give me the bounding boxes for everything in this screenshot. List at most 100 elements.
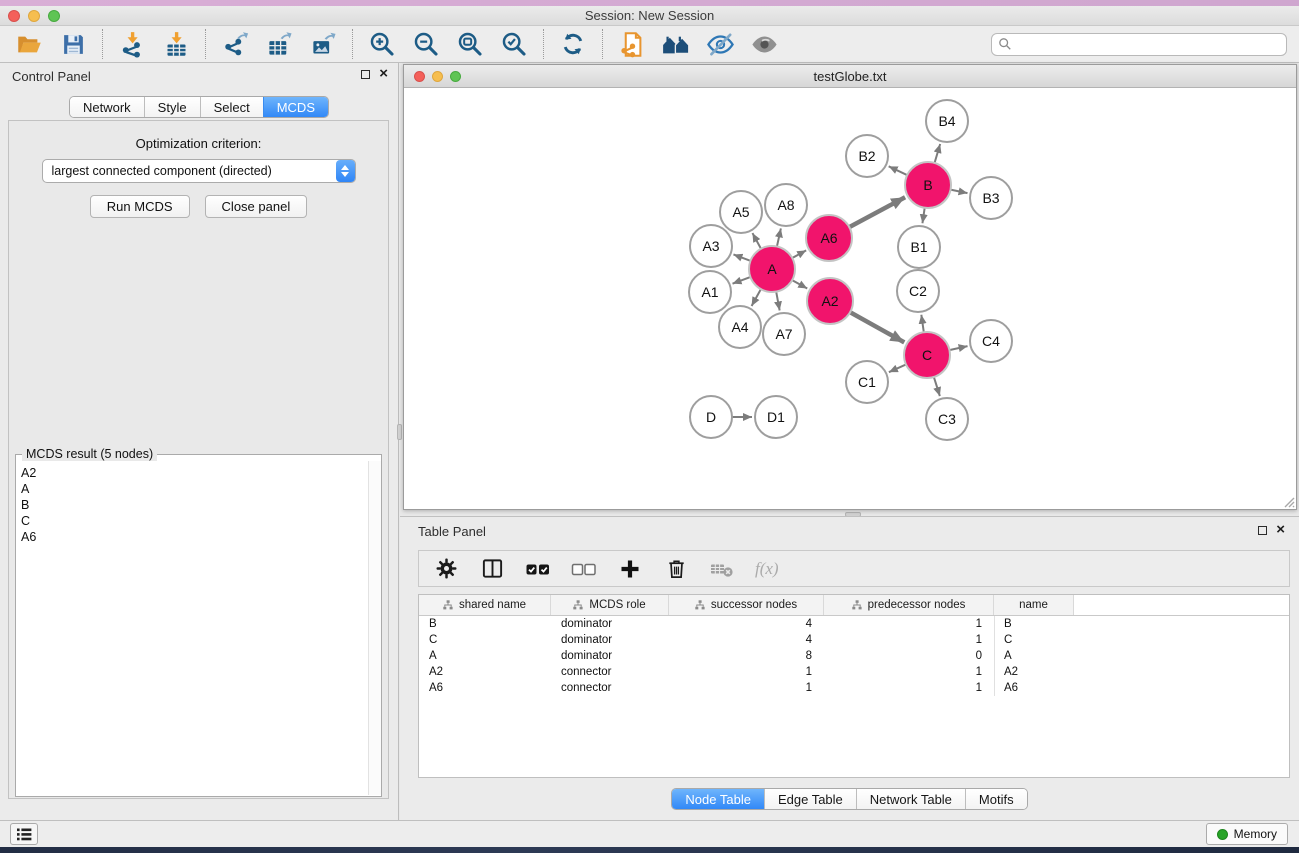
table-cell: 4: [669, 634, 824, 646]
open-session-icon[interactable]: [14, 29, 44, 59]
save-session-icon[interactable]: [58, 29, 88, 59]
export-image-icon[interactable]: [308, 29, 338, 59]
table-cell: A2: [994, 664, 1074, 680]
control-panel-tabs: Network Style Select MCDS: [69, 96, 329, 118]
float-table-panel-icon[interactable]: [1258, 526, 1267, 535]
network-view-window[interactable]: testGlobe.txt B4B2BB3B1A5A8A3A6AA1A2C2A4…: [403, 64, 1297, 510]
column-header-filler: [1074, 595, 1289, 615]
run-mcds-button[interactable]: Run MCDS: [90, 195, 190, 218]
select-all-checkboxes-icon[interactable]: [525, 556, 551, 582]
table-panel-title: Table Panel: [418, 524, 486, 539]
zoom-selected-icon[interactable]: [499, 29, 529, 59]
app-title: Session: New Session: [0, 8, 1299, 23]
show-column-panel-icon[interactable]: [479, 556, 505, 582]
graph-node-label: C2: [909, 283, 927, 299]
search-box[interactable]: [991, 33, 1287, 56]
table-row[interactable]: Adominator80A: [419, 648, 1289, 664]
network-window-title: testGlobe.txt: [404, 69, 1296, 84]
table-row[interactable]: A2connector11A2: [419, 664, 1289, 680]
graph-node-label: B2: [858, 148, 875, 164]
zoom-in-icon[interactable]: [367, 29, 397, 59]
main-toolbar: [0, 26, 1299, 63]
criterion-selected-value: largest connected component (directed): [43, 164, 336, 178]
add-column-icon[interactable]: [617, 556, 643, 582]
mcds-result-title: MCDS result (5 nodes): [22, 447, 157, 461]
new-network-from-selection-icon[interactable]: [617, 29, 647, 59]
memory-button[interactable]: Memory: [1206, 823, 1288, 845]
table-cell: C: [994, 632, 1074, 648]
table-row[interactable]: A6connector11A6: [419, 680, 1289, 696]
zoom-fit-icon[interactable]: [455, 29, 485, 59]
table-cell: 1: [824, 618, 994, 630]
table-header-row: shared name MCDS role successor nodes pr…: [419, 595, 1289, 616]
table-row[interactable]: Bdominator41B: [419, 616, 1289, 632]
search-input[interactable]: [1012, 37, 1280, 51]
hide-graphics-details-icon[interactable]: [705, 29, 735, 59]
import-network-icon[interactable]: [117, 29, 147, 59]
tab-network-table[interactable]: Network Table: [856, 789, 965, 809]
show-graphics-details-icon[interactable]: [749, 29, 779, 59]
import-table-icon[interactable]: [161, 29, 191, 59]
network-graph[interactable]: B4B2BB3B1A5A8A3A6AA1A2C2A4A7C4CC1C3DD1: [404, 88, 1296, 509]
tab-network[interactable]: Network: [70, 97, 144, 117]
mcds-result-item[interactable]: C: [21, 513, 367, 529]
table-panel-tabs: Node Table Edge Table Network Table Moti…: [671, 788, 1027, 810]
vertical-splitter-grip[interactable]: [397, 424, 402, 440]
column-header-mcds-role[interactable]: MCDS role: [551, 595, 669, 615]
column-header-successor-nodes[interactable]: successor nodes: [669, 595, 824, 615]
column-type-icon: [852, 600, 862, 610]
app-titlebar: Session: New Session: [0, 6, 1299, 26]
graph-node-label: A1: [701, 284, 718, 300]
table-row[interactable]: Cdominator41C: [419, 632, 1289, 648]
mcds-result-item[interactable]: B: [21, 497, 367, 513]
table-cell: A: [994, 648, 1074, 664]
export-network-icon[interactable]: [220, 29, 250, 59]
tab-edge-table[interactable]: Edge Table: [764, 789, 856, 809]
window-resize-grip-icon[interactable]: [1281, 494, 1295, 508]
criterion-dropdown[interactable]: largest connected component (directed): [42, 159, 356, 183]
mcds-tab-content: Optimization criterion: largest connecte…: [8, 120, 389, 799]
tab-node-table[interactable]: Node Table: [672, 789, 764, 809]
network-canvas[interactable]: B4B2BB3B1A5A8A3A6AA1A2C2A4A7C4CC1C3DD1: [404, 88, 1296, 509]
close-panel-button[interactable]: Close panel: [205, 195, 308, 218]
close-table-panel-icon[interactable]: ×: [1276, 524, 1285, 536]
table-body: Bdominator41BCdominator41CAdominator80AA…: [419, 616, 1289, 696]
mcds-result-item[interactable]: A2: [21, 465, 367, 481]
control-panel-title: Control Panel: [12, 69, 91, 84]
graph-node-label: D: [706, 409, 716, 425]
network-window-titlebar[interactable]: testGlobe.txt: [404, 65, 1296, 88]
mcds-list-scrollbar[interactable]: [368, 461, 381, 795]
table-cell: 1: [824, 634, 994, 646]
table-cell: dominator: [551, 618, 669, 630]
table-cell: 1: [824, 682, 994, 694]
table-cell: 1: [669, 666, 824, 678]
memory-label: Memory: [1234, 827, 1277, 841]
graph-node-label: A5: [732, 204, 749, 220]
tab-motifs[interactable]: Motifs: [965, 789, 1027, 809]
optimization-criterion-label: Optimization criterion:: [9, 136, 388, 151]
column-header-predecessor-nodes[interactable]: predecessor nodes: [824, 595, 994, 615]
mcds-result-box: MCDS result (5 nodes) A2ABCA6: [15, 454, 382, 797]
float-panel-icon[interactable]: [361, 70, 370, 79]
tab-mcds[interactable]: MCDS: [263, 97, 328, 117]
tab-select[interactable]: Select: [200, 97, 263, 117]
table-cell: dominator: [551, 650, 669, 662]
function-builder-icon-disabled: f(x): [755, 559, 779, 579]
status-bar: Memory: [0, 820, 1299, 847]
mcds-result-list[interactable]: A2ABCA6: [17, 461, 367, 795]
task-history-button[interactable]: [10, 823, 38, 845]
mcds-result-item[interactable]: A: [21, 481, 367, 497]
apply-layout-icon[interactable]: [558, 29, 588, 59]
column-header-shared-name[interactable]: shared name: [419, 595, 551, 615]
column-header-name[interactable]: name: [994, 595, 1074, 615]
mcds-result-item[interactable]: A6: [21, 529, 367, 545]
first-neighbors-icon[interactable]: [661, 29, 691, 59]
export-table-icon[interactable]: [264, 29, 294, 59]
deselect-all-checkboxes-icon[interactable]: [571, 556, 597, 582]
table-options-gear-icon[interactable]: [433, 556, 459, 582]
zoom-out-icon[interactable]: [411, 29, 441, 59]
tab-style[interactable]: Style: [144, 97, 200, 117]
delete-column-icon[interactable]: [663, 556, 689, 582]
close-panel-icon[interactable]: ×: [379, 68, 388, 80]
table-cell: A6: [994, 680, 1074, 696]
